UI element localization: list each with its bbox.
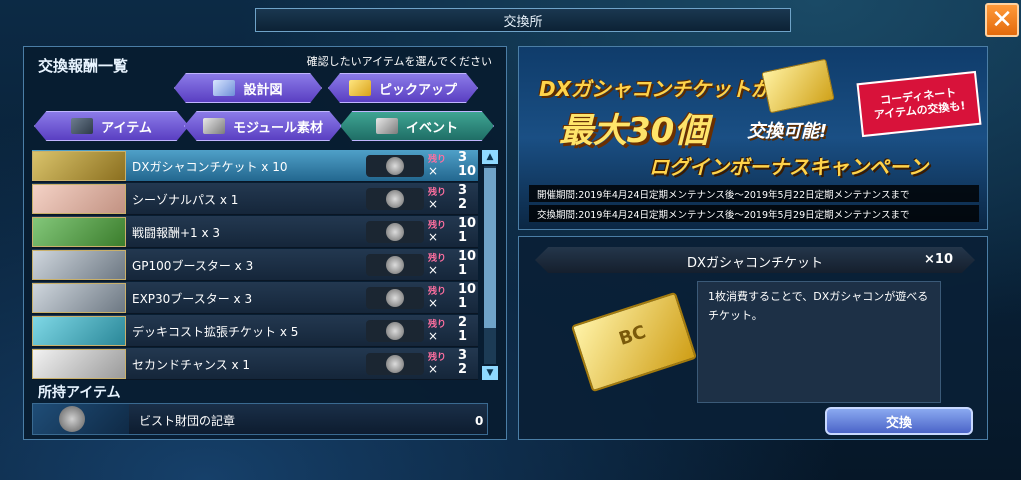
item-cost: 1 (458, 230, 468, 245)
x-label: × (428, 263, 439, 277)
reward-list: DXガシャコンチケット x 10 残り × 3 10 シーゾナルパス x 1 残… (32, 150, 478, 380)
item-cost: 2 (458, 362, 468, 377)
coin-icon (366, 221, 424, 243)
item-remain: 10 (458, 249, 477, 264)
close-button[interactable]: ✕ (985, 3, 1019, 37)
x-label: × (428, 362, 439, 376)
tab-label: モジュール素材 (232, 120, 324, 136)
exp-booster-icon (32, 283, 126, 313)
tab-module-material[interactable]: モジュール素材 (184, 111, 342, 141)
detail-item-name: DXガシャコンチケット (687, 256, 823, 271)
campaign-banner: DXガシャコンチケットが 最大30個 交換可能! コーディネート アイテムの交換… (518, 46, 988, 230)
owned-item-count: 0 (475, 414, 484, 428)
second-chance-icon (32, 349, 126, 379)
blueprint-icon (213, 80, 236, 96)
tab-label: 設計図 (243, 82, 283, 98)
item-remain: 10 (458, 282, 477, 297)
banner-subtitle: ログインボーナスキャンペーン (649, 155, 928, 179)
banner-big-text: 最大30個 (559, 111, 709, 151)
coin-icon (366, 320, 424, 342)
item-name: シーゾナルパス x 1 (132, 193, 239, 207)
tab-pickup[interactable]: ピックアップ (328, 73, 478, 103)
list-item[interactable]: シーゾナルパス x 1 残り × 3 2 (32, 183, 478, 215)
reward-list-title: 交換報酬一覧 (38, 57, 129, 75)
owned-items-title: 所持アイテム (38, 385, 121, 401)
module-icon (202, 118, 225, 134)
list-item[interactable]: セカンドチャンス x 1 残り × 3 2 (32, 348, 478, 380)
scroll-thumb[interactable] (484, 168, 496, 328)
event-icon (375, 118, 398, 134)
reward-list-panel: 交換報酬一覧 確認したいアイテムを選んでください 設計図 ピックアップ アイテム… (23, 46, 507, 440)
banner-headline: DXガシャコンチケットが (539, 77, 772, 101)
list-item[interactable]: GP100ブースター x 3 残り × 10 1 (32, 249, 478, 281)
insignia-icon (33, 404, 129, 434)
scroll-down-button[interactable]: ▼ (482, 366, 498, 380)
coin-icon (366, 155, 424, 177)
item-name: GP100ブースター x 3 (132, 259, 254, 273)
tab-label: ピックアップ (378, 82, 457, 98)
x-label: × (428, 329, 439, 343)
x-label: × (428, 296, 439, 310)
coin-icon (366, 254, 424, 276)
tab-label: イベント (405, 120, 458, 136)
x-label: × (428, 164, 439, 178)
item-remain: 3 (458, 348, 468, 363)
item-cost: 10 (458, 164, 477, 179)
detail-header: DXガシャコンチケット ×10 (535, 247, 975, 273)
item-cost: 1 (458, 263, 468, 278)
item-cost: 1 (458, 329, 468, 344)
tab-blueprint[interactable]: 設計図 (174, 73, 322, 103)
tab-item[interactable]: アイテム (34, 111, 189, 141)
item-name: セカンドチャンス x 1 (132, 358, 251, 372)
gacha-ticket-icon (32, 151, 126, 181)
close-icon: ✕ (991, 5, 1013, 35)
x-label: × (428, 197, 439, 211)
item-remain: 10 (458, 216, 477, 231)
reward-list-hint: 確認したいアイテムを選んでください (306, 55, 492, 68)
tab-event[interactable]: イベント (340, 111, 494, 141)
window-title: 交換所 (503, 14, 543, 30)
item-name: DXガシャコンチケット x 10 (132, 160, 288, 174)
ticket-icon (348, 80, 371, 96)
exchange-period: 交換期間:2019年4月24日定期メンテナンス後～2019年5月29日定期メンテ… (529, 205, 979, 222)
gacha-ticket-large-icon (570, 291, 698, 393)
item-remain: 3 (458, 183, 468, 198)
deck-cost-ticket-icon (32, 316, 126, 346)
item-description: 1枚消費することで、DXガシャコンが遊べるチケット。 (697, 281, 941, 403)
event-period: 開催期間:2019年4月24日定期メンテナンス後～2019年5月22日定期メンテ… (529, 185, 979, 202)
item-name: デッキコスト拡張チケット x 5 (132, 325, 299, 339)
coin-icon (366, 287, 424, 309)
list-item[interactable]: DXガシャコンチケット x 10 残り × 3 10 (32, 150, 478, 182)
list-item[interactable]: 戦闘報酬+1 x 3 残り × 10 1 (32, 216, 478, 248)
banner-big-suffix: 交換可能! (747, 121, 828, 142)
owned-item-name: ビスト財団の記章 (139, 414, 236, 428)
x-label: × (428, 230, 439, 244)
banner-badge: コーディネート アイテムの交換も! (856, 70, 982, 138)
detail-item-qty: ×10 (924, 252, 953, 267)
exchange-button[interactable]: 交換 (825, 407, 973, 435)
coin-icon (366, 353, 424, 375)
list-item[interactable]: デッキコスト拡張チケット x 5 残り × 2 1 (32, 315, 478, 347)
scroll-up-button[interactable]: ▲ (482, 150, 498, 164)
window-title-bar: 交換所 (255, 8, 791, 32)
list-item[interactable]: EXP30ブースター x 3 残り × 10 1 (32, 282, 478, 314)
gp-booster-icon (32, 250, 126, 280)
tab-label: アイテム (101, 120, 152, 136)
item-cost: 1 (458, 296, 468, 311)
item-name: 戦闘報酬+1 x 3 (132, 226, 221, 240)
mech-icon (71, 118, 94, 134)
owned-item-row: ビスト財団の記章 0 (32, 403, 488, 435)
list-scrollbar[interactable]: ▲ ▼ (482, 150, 498, 380)
coin-icon (366, 188, 424, 210)
item-detail-panel: DXガシャコンチケット ×10 1枚消費することで、DXガシャコンが遊べるチケッ… (518, 236, 988, 440)
item-cost: 2 (458, 197, 468, 212)
item-remain: 2 (458, 315, 468, 330)
item-remain: 3 (458, 150, 468, 165)
seasonal-pass-icon (32, 184, 126, 214)
item-name: EXP30ブースター x 3 (132, 292, 253, 306)
bonus-item-icon (32, 217, 126, 247)
banner-ticket-icon (761, 58, 835, 114)
exchange-label: 交換 (885, 415, 912, 431)
